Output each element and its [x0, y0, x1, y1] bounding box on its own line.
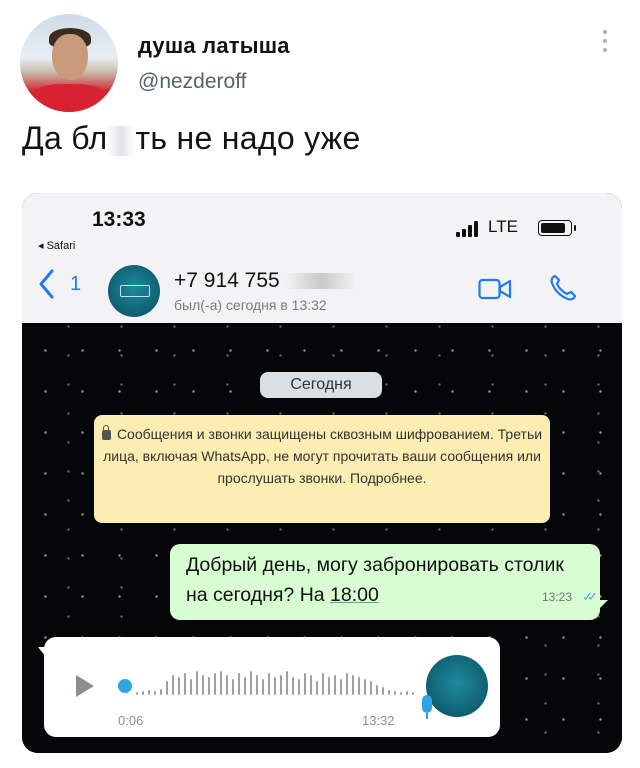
waveform-bar	[286, 671, 288, 695]
battery-icon	[538, 220, 576, 236]
waveform-bar	[232, 679, 234, 695]
video-call-icon	[478, 278, 512, 300]
voice-duration: 0:06	[118, 713, 144, 728]
waveform-bar	[340, 679, 342, 695]
chat-area: Сегодня Сообщения и звонки защищены скво…	[22, 323, 622, 753]
sender-avatar	[426, 655, 488, 717]
chat-header: 1 +7 914 755 был(-а) сегодня в 13:32	[22, 257, 622, 324]
author-avatar[interactable]	[20, 14, 118, 112]
signal-icon	[456, 221, 482, 237]
waveform-bar	[148, 690, 150, 695]
back-to-safari: ◂ Safari	[38, 240, 76, 252]
voice-message: 0:06 13:32	[38, 637, 500, 737]
waveform-bar	[364, 679, 366, 695]
waveform-bar	[136, 692, 138, 695]
waveform-bar	[376, 685, 378, 695]
play-icon	[76, 675, 94, 697]
avatar-shirt	[28, 84, 110, 112]
message-time-highlight: 18:00	[330, 584, 379, 606]
waveform-bar	[226, 675, 228, 695]
network-label: LTE	[488, 217, 518, 236]
contact-avatar	[108, 265, 160, 317]
date-separator: Сегодня	[260, 372, 382, 398]
tweet-text: Да бл ть не надо уже	[22, 120, 361, 157]
waveform-bar	[208, 677, 210, 695]
avatar-face	[52, 34, 88, 80]
last-seen-status: был(-а) сегодня в 13:32	[174, 297, 327, 313]
waveform-bar	[196, 671, 198, 695]
waveform-bar	[238, 673, 240, 695]
waveform-bar	[352, 675, 354, 695]
read-checks-icon: ✓✓	[582, 589, 598, 604]
waveform-bar	[250, 671, 252, 695]
waveform-bar	[262, 679, 264, 695]
voice-call-icon	[550, 274, 577, 301]
waveform-bar	[412, 692, 414, 695]
waveform-bar	[154, 691, 156, 695]
waveform-bar	[214, 673, 216, 695]
tweet-text-part1: Да бл	[22, 120, 108, 156]
seek-handle	[118, 679, 132, 693]
waveform	[136, 667, 426, 707]
waveform-bar	[394, 691, 396, 695]
waveform-bar	[190, 679, 192, 695]
bubble-tail	[598, 600, 608, 610]
waveform-bar	[328, 677, 330, 695]
waveform-bar	[322, 673, 324, 695]
waveform-bar	[202, 675, 204, 695]
message-timestamp: 13:23	[541, 590, 572, 604]
mic-icon	[422, 695, 432, 719]
encryption-notice: Сообщения и звонки защищены сквозным шиф…	[94, 415, 550, 523]
waveform-bar	[160, 689, 162, 695]
lock-icon	[101, 425, 111, 440]
outgoing-message: Добрый день, могу забронировать столик н…	[170, 544, 608, 620]
waveform-bar	[304, 673, 306, 695]
attached-screenshot[interactable]: 13:33 ◂ Safari LTE 1 +7 914 755 был(-а) …	[22, 193, 622, 753]
waveform-bar	[406, 691, 408, 695]
voice-timestamp: 13:32	[362, 713, 395, 728]
contact-number: +7 914 755	[174, 269, 280, 292]
bubble-tail	[38, 647, 46, 657]
back-chevron-icon	[39, 269, 54, 299]
waveform-bar	[256, 675, 258, 695]
contact-name: +7 914 755	[174, 269, 356, 293]
waveform-bar	[220, 671, 222, 695]
waveform-bar	[274, 677, 276, 695]
logo-badge	[120, 285, 150, 297]
waveform-bar	[310, 675, 312, 695]
waveform-bar	[400, 692, 402, 695]
status-time: 13:33	[92, 208, 146, 231]
ios-status-bar: 13:33 ◂ Safari LTE	[22, 193, 622, 257]
waveform-bar	[172, 675, 174, 695]
waveform-bar	[358, 677, 360, 695]
waveform-bar	[334, 675, 336, 695]
encryption-text: Сообщения и звонки защищены сквозным шиф…	[103, 426, 543, 486]
censored-number	[285, 273, 356, 290]
author-name[interactable]: душа латыша	[138, 33, 290, 59]
waveform-bar	[268, 673, 270, 695]
waveform-bar	[142, 691, 144, 695]
waveform-bar	[292, 677, 294, 695]
waveform-bar	[184, 673, 186, 695]
waveform-bar	[244, 677, 246, 695]
waveform-bar	[178, 677, 180, 695]
more-options-icon[interactable]	[598, 30, 612, 60]
waveform-bar	[166, 681, 168, 695]
waveform-bar	[316, 681, 318, 695]
waveform-bar	[346, 673, 348, 695]
censored-blur	[107, 125, 136, 156]
waveform-bar	[388, 690, 390, 695]
back-count: 1	[70, 273, 82, 295]
waveform-bar	[370, 681, 372, 695]
waveform-bar	[298, 679, 300, 695]
waveform-bar	[382, 687, 384, 695]
tweet-text-part2: ть не надо уже	[135, 120, 361, 156]
waveform-bar	[280, 675, 282, 695]
author-handle[interactable]: @nezderoff	[138, 70, 247, 94]
